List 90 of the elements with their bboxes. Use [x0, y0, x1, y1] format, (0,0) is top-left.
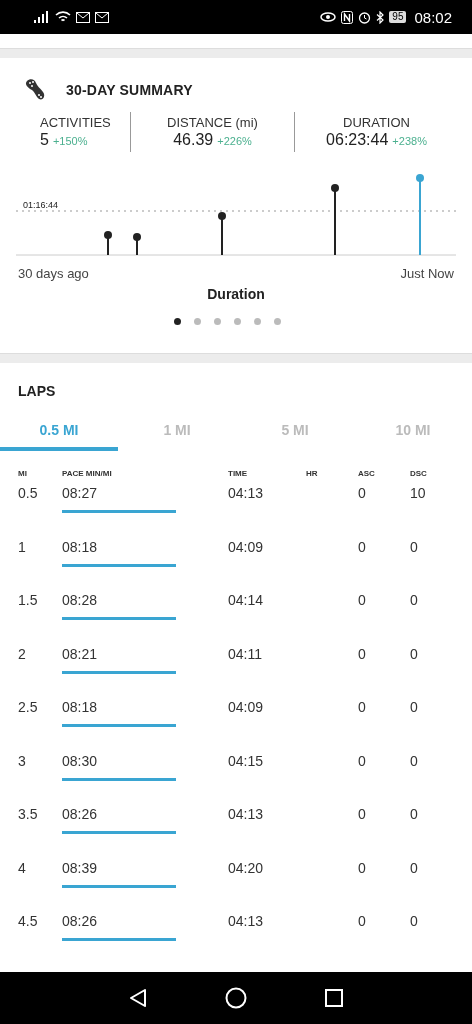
table-cell-text: 1.5	[18, 592, 39, 608]
distance-tab[interactable]: 10 MI	[354, 413, 472, 451]
column-header: TIME	[228, 469, 249, 478]
table-cell-text: 0	[358, 592, 367, 608]
table-cell-text: 0	[358, 913, 367, 929]
nfc-icon	[341, 10, 354, 24]
page-dot[interactable]	[253, 318, 261, 325]
page-dot[interactable]	[273, 318, 281, 325]
table-cell-text: 0	[410, 806, 419, 822]
signal-icon	[34, 11, 50, 23]
column-header: ASC	[358, 469, 376, 478]
table-cell-text: 04:20	[228, 859, 265, 876]
page-dot[interactable]	[173, 318, 181, 325]
clock: 08:02	[414, 8, 452, 26]
table-cell-text: 2.5	[18, 699, 39, 715]
bluetooth-icon	[376, 10, 385, 24]
table-cell-text: 0	[358, 752, 367, 769]
mail-icon	[76, 11, 90, 23]
table-cell-text: 0	[358, 538, 367, 555]
table-cell-text: 0	[358, 859, 367, 876]
mail-icon	[95, 11, 109, 23]
table-cell-text: 0	[410, 699, 419, 715]
column-header: MI	[18, 469, 28, 478]
table-cell-text: 3.5	[18, 806, 39, 822]
table-cell-text: 04:09	[228, 699, 265, 715]
table-cell-text: 0	[358, 806, 367, 822]
table-cell-text: 4.5	[18, 913, 39, 929]
table-cell-text: 0	[410, 913, 419, 929]
stat-change: +226%	[217, 135, 252, 147]
distance-tab[interactable]: 5 MI	[236, 413, 354, 451]
back-icon[interactable]	[128, 988, 149, 1008]
section-title: LAPS	[17, 383, 57, 399]
table-cell-text: 0	[410, 645, 419, 662]
table-cell-text: 4	[18, 859, 27, 876]
column-header: DSC	[410, 469, 428, 478]
table-cell-text: 08:18	[62, 538, 99, 555]
column-header: PACE MIN/MI	[62, 469, 113, 478]
table-cell-text: 08:27	[62, 485, 99, 501]
table-cell-text: 04:11	[228, 645, 263, 662]
recents-icon[interactable]	[323, 988, 344, 1008]
chart-title: Duration	[206, 286, 266, 302]
table-cell-text: 04:13	[228, 913, 265, 929]
axis-label: 30 days ago	[18, 266, 89, 281]
table-cell-text: 04:13	[228, 485, 265, 501]
table-cell-text: 1	[18, 538, 27, 555]
wifi-icon	[55, 11, 71, 23]
axis-label: Just Now	[400, 266, 454, 281]
table-cell-text: 0	[358, 485, 367, 501]
table-cell-text: 08:28	[62, 592, 99, 608]
page-dot[interactable]	[213, 318, 221, 325]
table-cell-text: 08:18	[62, 699, 99, 715]
table-cell-text: 0	[358, 699, 367, 715]
table-cell-text: 0	[410, 752, 419, 769]
table-cell-text: 08:30	[62, 752, 99, 769]
stat-label: DISTANCE (mi)	[167, 115, 258, 130]
stat-change: +150%	[52, 135, 88, 147]
table-cell-text: 04:14	[228, 592, 265, 608]
distance-tab[interactable]: 1 MI	[118, 413, 236, 451]
table-cell-text: 0	[358, 645, 367, 662]
table-cell-text: 0	[410, 859, 419, 876]
card-title: 30-DAY SUMMARY	[66, 82, 193, 98]
alarm-icon	[358, 10, 372, 24]
shoe-sole-icon	[24, 78, 46, 102]
table-cell-text: 04:13	[228, 806, 265, 822]
stat-value: 5	[40, 131, 49, 149]
page-dot[interactable]	[193, 318, 201, 325]
table-cell-text: 08:39	[62, 859, 99, 876]
eye-icon	[320, 11, 337, 23]
home-icon[interactable]	[225, 987, 247, 1009]
table-cell-text: 2	[18, 645, 27, 662]
table-cell-text: 0	[410, 538, 419, 555]
table-cell-text: 0	[410, 592, 419, 608]
stat-label: DURATION	[343, 115, 410, 130]
table-cell-text: 0.5	[18, 485, 39, 501]
stat-value: 06:23:44	[326, 131, 389, 149]
distance-tab[interactable]: 0.5 MI	[0, 413, 118, 451]
table-cell-text: 3	[18, 752, 27, 769]
table-cell-text: 04:09	[228, 538, 265, 555]
table-cell-text: 08:21	[62, 645, 99, 662]
stat-change: +238%	[392, 135, 427, 147]
battery-level: 95	[389, 11, 407, 23]
reference-label: 01:16:44	[23, 200, 59, 210]
stat-value: 46.39	[173, 131, 214, 149]
table-cell-text: 10	[410, 485, 427, 501]
column-header: HR	[306, 469, 319, 478]
page-dot[interactable]	[233, 318, 241, 325]
table-cell-text: 04:15	[228, 752, 265, 769]
table-cell-text: 08:26	[62, 913, 99, 929]
table-cell-text: 08:26	[62, 806, 99, 822]
stat-label: ACTIVITIES	[40, 115, 111, 130]
